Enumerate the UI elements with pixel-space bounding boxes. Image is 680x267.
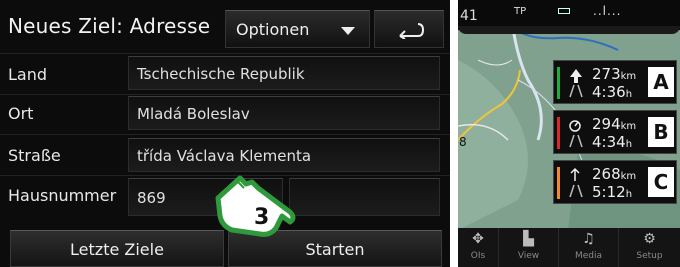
fast-route-icon	[569, 69, 583, 98]
back-button[interactable]	[374, 10, 444, 48]
address-entry-panel: Neues Ziel: Adresse Optionen Land Tschec…	[0, 0, 450, 267]
options-dropdown[interactable]: Optionen	[225, 10, 370, 48]
route-color-bar	[557, 67, 560, 99]
traffic-program-indicator: TP	[514, 6, 527, 17]
route-letter: C	[648, 167, 674, 197]
poi-icon: ✥	[472, 231, 484, 247]
house-number-label: Hausnummer	[8, 186, 117, 205]
route-color-bar	[557, 117, 560, 149]
road-number: 41	[460, 8, 478, 24]
route-option-c[interactable]: 268km 5:12h C	[553, 160, 677, 204]
panel-divider	[450, 0, 458, 267]
route-option-b[interactable]: 294km 4:34h B	[553, 110, 677, 154]
poi-button[interactable]: ✥ OIs	[458, 228, 498, 267]
street-label: Straße	[8, 146, 61, 165]
chevron-down-icon	[341, 27, 355, 35]
route-option-a[interactable]: 273km 4:36h A	[553, 60, 677, 104]
city-label: Ort	[8, 104, 34, 123]
route-color-bar	[557, 167, 560, 199]
map-bottom-nav: ✥ OIs ▙ View ♫ Media ⚙ Setup	[458, 228, 680, 267]
setup-button[interactable]: ⚙ Setup	[618, 228, 680, 267]
options-label: Optionen	[236, 20, 310, 39]
economic-route-icon	[569, 120, 583, 148]
signal-strength: ..l...	[593, 4, 622, 18]
short-route-icon	[569, 167, 583, 198]
music-note-icon: ♫	[582, 231, 595, 247]
country-field[interactable]: Tschechische Republik	[128, 56, 440, 90]
step-number: 3	[254, 205, 269, 230]
return-arrow-icon	[399, 23, 424, 39]
pointing-hand-icon: 3	[215, 175, 296, 237]
media-button[interactable]: ♫ Media	[558, 228, 618, 267]
street-field[interactable]: třída Václava Klementa	[128, 138, 440, 172]
map-panel[interactable]: 8 41 TP ..l... 273km 4:36h A 294km 4:34h…	[458, 0, 680, 267]
route-letter: B	[648, 117, 674, 147]
page-title: Neues Ziel: Adresse	[8, 14, 211, 38]
battery-icon	[558, 8, 570, 14]
cross-street-field[interactable]	[289, 178, 440, 216]
svg-text:8: 8	[459, 135, 467, 149]
recent-destinations-button[interactable]: Letzte Ziele	[10, 230, 224, 267]
city-field[interactable]: Mladá Boleslav	[128, 96, 440, 130]
country-label: Land	[8, 65, 48, 84]
route-letter: A	[648, 67, 674, 97]
view-button[interactable]: ▙ View	[498, 228, 558, 267]
gear-icon: ⚙	[643, 231, 656, 247]
car-view-icon: ▙	[523, 231, 534, 247]
